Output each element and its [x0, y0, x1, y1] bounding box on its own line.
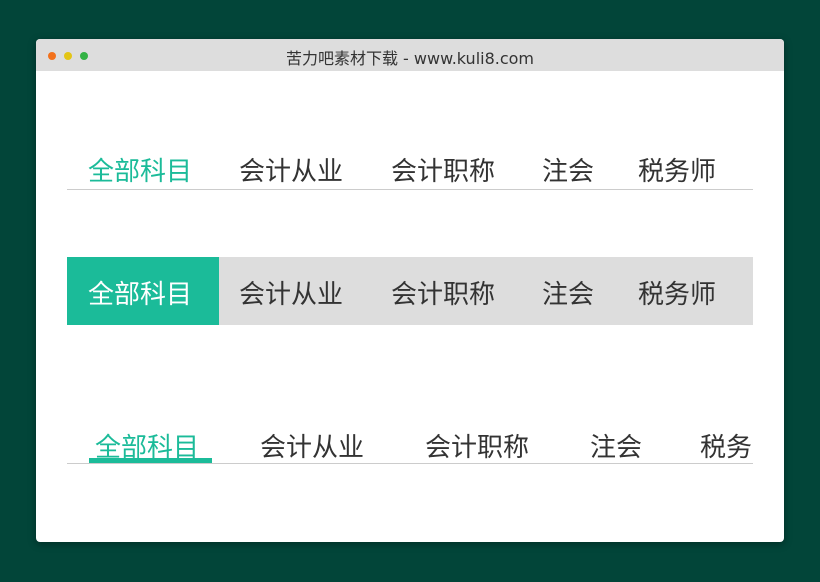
active-tab-underline [89, 458, 212, 463]
tab-bar-filled-style: 全部科目 会计从业 会计职称 注会 税务师 [67, 257, 753, 325]
tab-accounting-practice[interactable]: 会计从业 [239, 151, 343, 188]
tab-cpa[interactable]: 注会 [590, 427, 642, 463]
tab-cpa[interactable]: 注会 [542, 274, 594, 311]
tab-cpa[interactable]: 注会 [542, 151, 594, 188]
tab-all-subjects[interactable]: 全部科目 [88, 274, 192, 311]
tab-tax-agent[interactable]: 税务 [700, 427, 752, 463]
title-bar: 苦力吧素材下载 - www.kuli8.com [36, 39, 784, 71]
tab-all-subjects[interactable]: 全部科目 [88, 151, 192, 188]
browser-window: 苦力吧素材下载 - www.kuli8.com 全部科目 会计从业 会计职称 注… [36, 39, 784, 542]
tab-accounting-title[interactable]: 会计职称 [391, 274, 495, 311]
tab-bar-underline-style: 全部科目 会计从业 会计职称 注会 税务 [67, 427, 753, 464]
demo-content: 全部科目 会计从业 会计职称 注会 税务师 全部科目 会计从业 会计职称 注会 … [36, 71, 784, 542]
tab-accounting-practice[interactable]: 会计从业 [239, 274, 343, 311]
tab-accounting-practice[interactable]: 会计从业 [260, 427, 364, 463]
tab-tax-agent[interactable]: 税务师 [638, 274, 716, 311]
tab-bar-text-style: 全部科目 会计从业 会计职称 注会 税务师 [67, 151, 753, 190]
tab-accounting-title[interactable]: 会计职称 [425, 427, 529, 463]
window-title: 苦力吧素材下载 - www.kuli8.com [285, 49, 535, 68]
tab-accounting-title[interactable]: 会计职称 [391, 151, 495, 188]
tab-tax-agent[interactable]: 税务师 [638, 151, 716, 188]
